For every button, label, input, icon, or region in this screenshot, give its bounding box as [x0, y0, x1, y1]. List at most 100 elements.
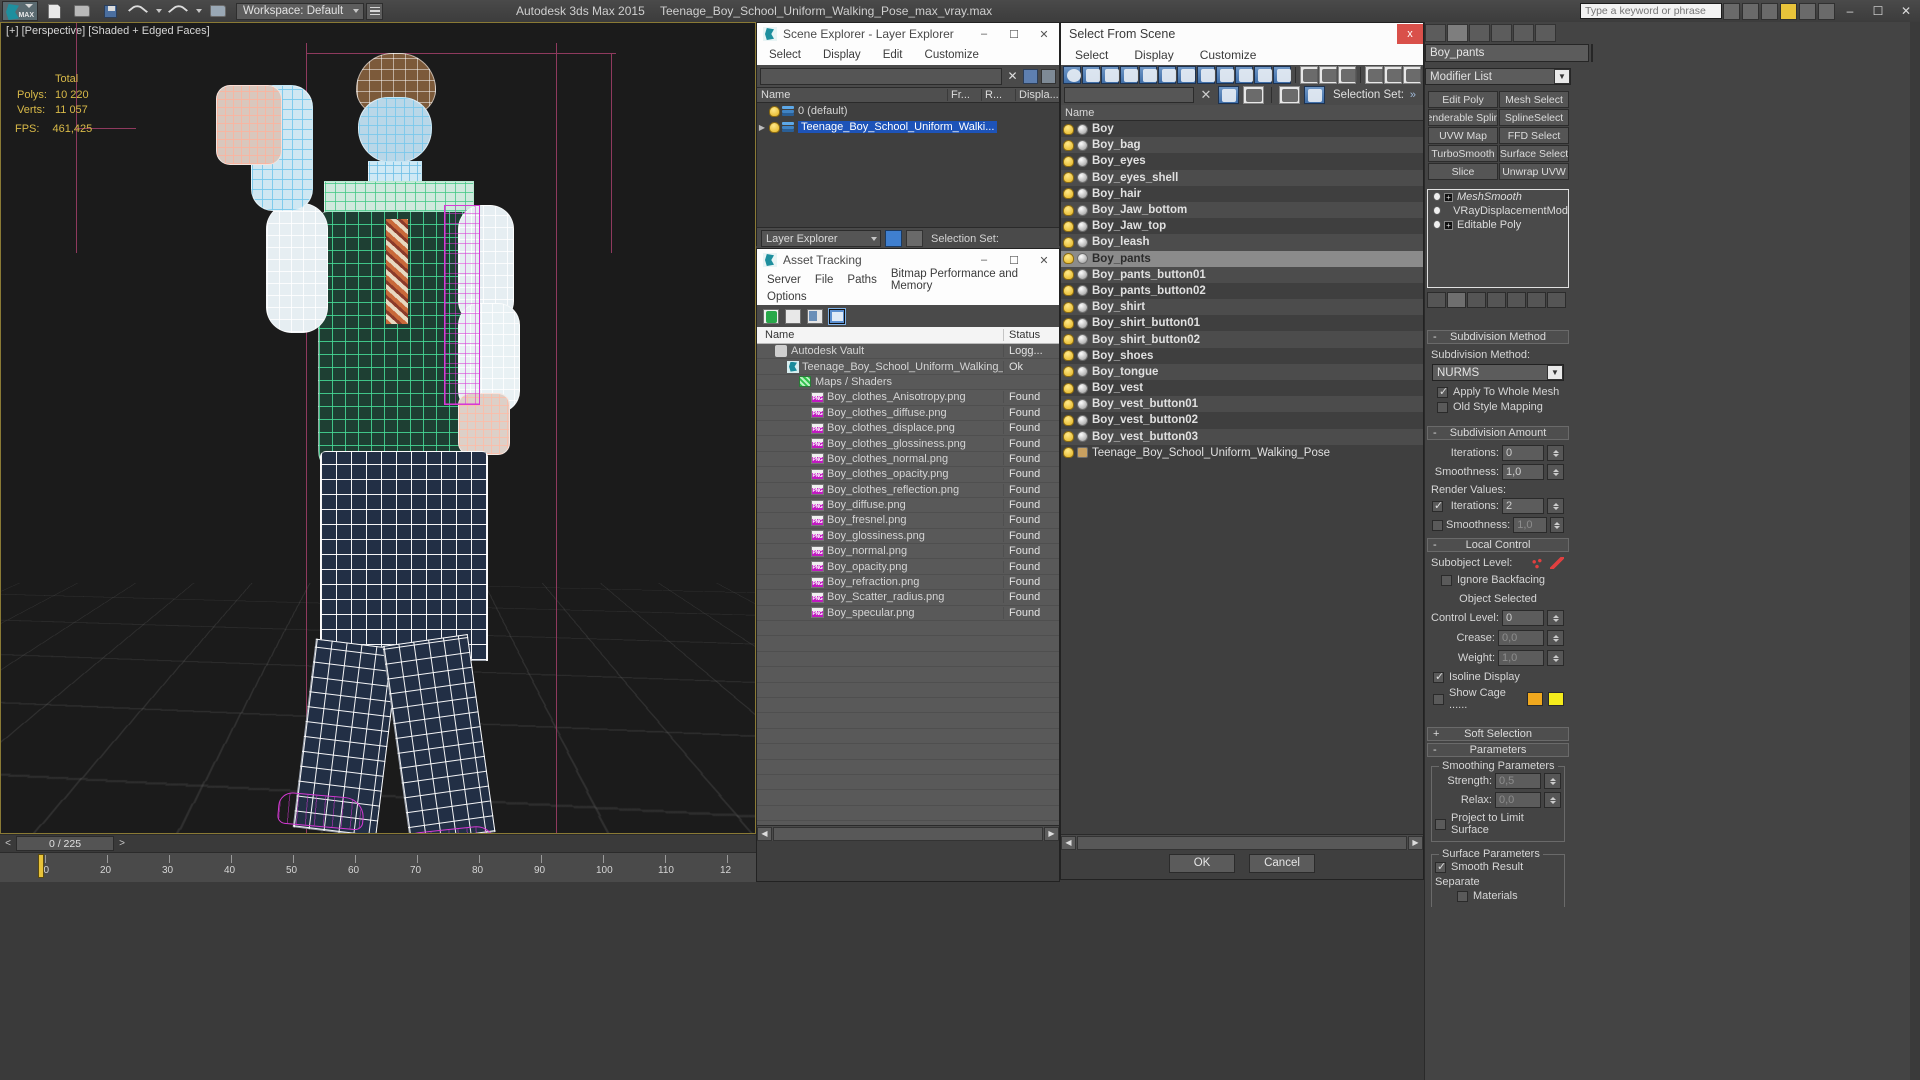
next-frame-button[interactable]: >: [114, 836, 130, 852]
scene-object-row[interactable]: Boy_shoes: [1061, 348, 1423, 364]
asset-row[interactable]: PNG Boy_clothes_displace.png Found: [757, 420, 1059, 437]
make-unique-icon[interactable]: [1467, 292, 1486, 308]
configure-modifier-sets-icon[interactable]: [1507, 292, 1526, 308]
modifier-button[interactable]: SplineSelect: [1499, 109, 1569, 126]
smoothness-spinner[interactable]: [1547, 464, 1564, 480]
layers-gray-icon[interactable]: [1243, 86, 1264, 104]
weight-field[interactable]: 1,0: [1498, 650, 1544, 666]
asset-tracking-list[interactable]: Autodesk Vault Logg... Teenage_Boy_School_…: [757, 344, 1059, 825]
asset-row[interactable]: Maps / Shaders: [757, 374, 1059, 391]
light-bulb-icon[interactable]: [1063, 447, 1074, 459]
redo-button[interactable]: [165, 1, 191, 21]
modifier-button[interactable]: enderable Splin: [1428, 109, 1498, 126]
ignore-backfacing-checkbox[interactable]: [1441, 574, 1452, 586]
old-style-mapping-row[interactable]: Old Style Mapping: [1437, 401, 1569, 413]
asset-row[interactable]: PNG Boy_diffuse.png Found: [757, 497, 1059, 514]
modifier-list-dropdown[interactable]: Modifier List ▼: [1425, 68, 1571, 85]
scene-object-row[interactable]: Boy_bag: [1061, 137, 1423, 154]
light-bulb-icon[interactable]: [1063, 155, 1074, 167]
scene-object-row[interactable]: Boy_tongue: [1061, 363, 1423, 380]
expand-all-icon[interactable]: [1299, 66, 1319, 84]
modifier-stack[interactable]: + MeshSmooth VRayDisplacementMod + Editable …: [1427, 189, 1569, 288]
autodesk-360-icon[interactable]: [1761, 2, 1778, 20]
asset-row[interactable]: Teenage_Boy_School_Uniform_Walking_Pose.…: [757, 359, 1059, 375]
asset-tracking-horizontal-scrollbar[interactable]: ◀ ▶: [757, 825, 1059, 841]
filter-xrefs-icon[interactable]: [1196, 66, 1215, 84]
filter-helpers-icon[interactable]: [1139, 66, 1158, 84]
project-limit-row[interactable]: Project to Limit Surface: [1435, 812, 1561, 836]
layer-row[interactable]: 0 (default): [757, 103, 1059, 119]
light-bulb-icon[interactable]: [1063, 220, 1074, 232]
clear-search-icon[interactable]: ✕: [1005, 69, 1020, 84]
max-app-menu-button[interactable]: MAX: [2, 1, 38, 21]
render-smoothness-field[interactable]: 1,0: [1513, 517, 1548, 533]
asset-row[interactable]: PNG Boy_clothes_opacity.png Found: [757, 467, 1059, 483]
command-panel-scrollbar[interactable]: [1910, 22, 1920, 1080]
time-slider-bar[interactable]: < 0 / 225 >: [0, 834, 756, 852]
local-control-header[interactable]: - Local Control: [1427, 538, 1569, 552]
tab-modify[interactable]: [1447, 24, 1468, 42]
asset-row[interactable]: Autodesk Vault Logg...: [757, 344, 1059, 360]
scroll-right-button[interactable]: ▶: [1408, 835, 1423, 850]
filter-space-warps-icon[interactable]: [1158, 66, 1177, 84]
column-name[interactable]: Name: [757, 89, 947, 101]
modifier-button[interactable]: FFD Select: [1499, 127, 1569, 144]
scene-object-row[interactable]: Boy_pants_button01: [1061, 266, 1423, 283]
light-bulb-icon[interactable]: [1063, 350, 1074, 362]
light-bulb-icon[interactable]: [1063, 188, 1074, 200]
subdivision-method-header[interactable]: - Subdivision Method: [1427, 330, 1569, 344]
scene-object-row[interactable]: Boy_shirt_button02: [1061, 331, 1423, 348]
track-bar-ruler[interactable]: 10203040506070809010011012: [0, 852, 756, 882]
scene-object-row[interactable]: Boy_leash: [1061, 234, 1423, 251]
filter-settings-icon[interactable]: [1383, 66, 1403, 84]
scene-object-row[interactable]: Boy_Jaw_bottom: [1061, 201, 1423, 219]
asset-row[interactable]: PNG Boy_normal.png Found: [757, 544, 1059, 560]
subdivision-method-select[interactable]: NURMS ▼: [1432, 364, 1564, 381]
collapse-all-icon[interactable]: [1318, 66, 1338, 84]
parameters-header[interactable]: - Parameters: [1427, 743, 1569, 757]
scene-object-row[interactable]: Boy_vest_button02: [1061, 412, 1423, 428]
crease-field[interactable]: 0,0: [1498, 630, 1544, 646]
filter-hidden-icon[interactable]: [1272, 66, 1291, 84]
cancel-button[interactable]: Cancel: [1249, 853, 1315, 873]
scene-explorer-window[interactable]: Scene Explorer - Layer Explorer – ☐ ✕ Se…: [756, 22, 1060, 249]
refresh-icon[interactable]: [763, 308, 779, 324]
keyframe-marker[interactable]: [38, 854, 44, 878]
isoline-display-checkbox[interactable]: [1433, 670, 1444, 683]
column-render[interactable]: R...: [981, 89, 1015, 101]
minimize-button[interactable]: –: [1836, 0, 1864, 22]
list-all-icon[interactable]: [1337, 66, 1357, 84]
project-limit-checkbox[interactable]: [1435, 818, 1446, 830]
asset-row[interactable]: PNG Boy_refraction.png Found: [757, 574, 1059, 591]
workspace-selector[interactable]: Workspace: Default: [236, 2, 365, 20]
open-file-button[interactable]: [69, 1, 95, 21]
scene-explorer-close-button[interactable]: ✕: [1029, 23, 1059, 45]
scene-explorer-maximize-button[interactable]: ☐: [999, 23, 1029, 45]
asset-row[interactable]: PNG Boy_clothes_normal.png Found: [757, 451, 1059, 468]
filter-bones-icon[interactable]: [1215, 66, 1234, 84]
light-bulb-icon[interactable]: [1063, 382, 1074, 394]
layer-blue-icon[interactable]: [885, 230, 902, 247]
scroll-left-button[interactable]: ◀: [757, 826, 772, 841]
scene-object-row[interactable]: Teenage_Boy_School_Uniform_Walking_Pose: [1061, 445, 1423, 461]
strength-spinner[interactable]: [1544, 773, 1561, 789]
menu-file[interactable]: File: [815, 274, 834, 286]
help-icon[interactable]: [1818, 2, 1835, 20]
subdivision-amount-header[interactable]: - Subdivision Amount: [1427, 426, 1569, 440]
scene-explorer-minimize-button[interactable]: –: [969, 23, 999, 45]
materials-row[interactable]: Materials: [1457, 890, 1561, 902]
menu-server[interactable]: Server: [767, 274, 801, 286]
strength-field[interactable]: 0,5: [1495, 773, 1541, 789]
layer-name[interactable]: Teenage_Boy_School_Uniform_Walki...: [798, 121, 998, 133]
cage-color-swatch-1[interactable]: [1527, 692, 1544, 706]
light-bulb-icon[interactable]: [1063, 172, 1074, 184]
render-iterations-spinner[interactable]: [1547, 498, 1564, 514]
filter-particles-icon[interactable]: [1253, 66, 1272, 84]
modifier-button[interactable]: Unwrap UVW: [1499, 163, 1569, 180]
vertex-subobject-icon[interactable]: [1530, 557, 1544, 569]
link-icon[interactable]: [1742, 2, 1759, 20]
scene-object-row[interactable]: Boy: [1061, 121, 1423, 137]
modifier-button[interactable]: Surface Select: [1499, 145, 1569, 162]
column-display[interactable]: Displa...: [1015, 89, 1059, 101]
asset-row[interactable]: PNG Boy_clothes_glossiness.png Found: [757, 436, 1059, 452]
